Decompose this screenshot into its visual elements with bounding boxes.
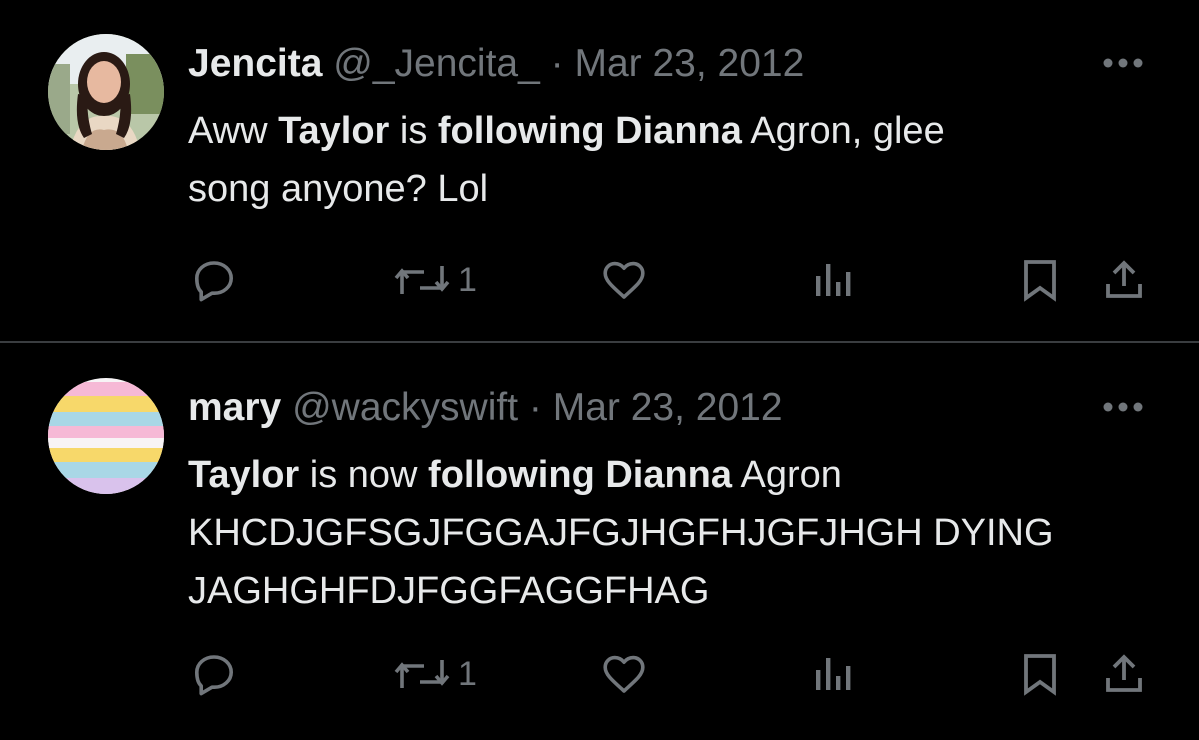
reply-icon — [195, 655, 233, 696]
retweet-icon — [394, 660, 450, 688]
reply-button[interactable] — [190, 650, 238, 698]
highlighted-text: following Dianna — [437, 110, 742, 152]
retweet-icon — [394, 266, 450, 294]
views-chart-icon — [816, 264, 851, 296]
retweet-count: 1 — [458, 655, 477, 693]
retweet-button[interactable]: 1 — [392, 650, 477, 698]
more-dots-icon[interactable] — [1100, 394, 1146, 420]
handle[interactable]: @_Jencita_ — [333, 42, 540, 85]
reply-icon — [195, 261, 233, 302]
text-segment: is now — [299, 454, 429, 496]
text-segment: Agron, glee — [741, 110, 945, 152]
bookmark-button[interactable] — [1016, 650, 1064, 698]
bookmark-button[interactable] — [1016, 256, 1064, 304]
text-segment: KHCDJGFSGJFGGAJFGJHGFHJGFJHGH DYING — [188, 512, 1054, 554]
tweet-text: Taylor is now following Dianna Agron KHCD… — [188, 446, 1178, 620]
tweet-header: mary @wackyswift · Mar 23, 2012 — [188, 380, 783, 436]
retweet-button[interactable]: 1 — [392, 256, 477, 304]
tweet-text-line: JAGHGHFDJFGGFAGGFHAG — [188, 562, 1178, 620]
display-name[interactable]: mary — [188, 386, 281, 429]
share-icon — [1106, 654, 1142, 692]
tweet[interactable]: mary @wackyswift · Mar 23, 2012 Taylor i… — [0, 344, 1199, 740]
bookmark-icon — [1024, 260, 1056, 302]
highlighted-text: Taylor — [278, 110, 390, 152]
highlighted-text: following Dianna — [428, 454, 733, 496]
tweet-text-line: song anyone? Lol — [188, 160, 1178, 218]
tweet-text: Aww Taylor is following Dianna Agron, gl… — [188, 102, 1178, 218]
like-button[interactable] — [600, 650, 648, 698]
share-button[interactable] — [1100, 650, 1148, 698]
more-dots-icon[interactable] — [1100, 50, 1146, 76]
handle[interactable]: @wackyswift — [292, 386, 518, 429]
pastel-stripes-avatar — [48, 378, 164, 494]
tweet-date[interactable]: Mar 23, 2012 — [574, 42, 804, 85]
highlighted-text: Taylor — [188, 454, 300, 496]
tweet-header: Jencita @_Jencita_ · Mar 23, 2012 — [188, 36, 804, 92]
reply-button[interactable] — [190, 256, 238, 304]
views-button[interactable] — [808, 650, 856, 698]
tweet-text-line: Aww Taylor is following Dianna Agron, gl… — [188, 102, 1178, 160]
display-name[interactable]: Jencita — [188, 42, 322, 85]
text-segment: Aww — [188, 110, 279, 152]
photo-avatar — [48, 34, 164, 150]
tweet-text-line: KHCDJGFSGJFGGAJFGJHGFHJGFJHGH DYING — [188, 504, 1178, 562]
views-chart-icon — [816, 658, 851, 690]
tweet-divider — [0, 341, 1199, 343]
like-button[interactable] — [600, 256, 648, 304]
tweet-text-line: Taylor is now following Dianna Agron — [188, 446, 1178, 504]
retweet-count: 1 — [458, 261, 477, 299]
views-button[interactable] — [808, 256, 856, 304]
meta-separator: · — [518, 386, 553, 429]
tweet[interactable]: Jencita @_Jencita_ · Mar 23, 2012 Aww Ta… — [0, 0, 1199, 342]
share-button[interactable] — [1100, 256, 1148, 304]
avatar[interactable] — [48, 34, 164, 150]
text-segment: JAGHGHFDJFGGFAGGFHAG — [188, 570, 710, 612]
share-icon — [1106, 260, 1142, 298]
heart-icon — [603, 655, 645, 693]
avatar[interactable] — [48, 378, 164, 494]
text-segment: is — [389, 110, 438, 152]
heart-icon — [603, 261, 645, 299]
tweet-date[interactable]: Mar 23, 2012 — [553, 386, 783, 429]
text-segment: song anyone? Lol — [188, 168, 489, 210]
bookmark-icon — [1024, 654, 1056, 696]
meta-separator: · — [539, 42, 575, 85]
text-segment: Agron — [732, 454, 842, 496]
